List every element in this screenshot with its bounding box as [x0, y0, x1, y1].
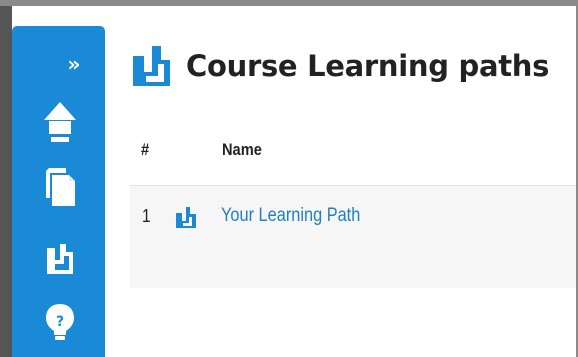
- column-header-name: Name: [222, 140, 262, 159]
- sidebar: » ?: [12, 26, 105, 357]
- sidebar-collapse-button[interactable]: »: [62, 53, 86, 75]
- sidebar-item-learning-paths[interactable]: [42, 240, 78, 276]
- column-header-number: #: [141, 140, 150, 159]
- learning-path-icon: [42, 240, 78, 276]
- page-header: Course Learning paths: [130, 38, 549, 94]
- svg-text:?: ?: [56, 314, 64, 330]
- help-icon: ?: [42, 302, 78, 342]
- table-row: 1 Your Learning Path: [130, 186, 576, 288]
- row-number: 1: [142, 206, 151, 226]
- window-edge: [0, 6, 12, 357]
- learning-path-icon: [130, 42, 178, 90]
- documents-icon: [42, 164, 78, 208]
- sidebar-item-help[interactable]: ?: [42, 302, 78, 342]
- sidebar-item-documents[interactable]: [42, 164, 78, 208]
- page-title: Course Learning paths: [186, 49, 550, 83]
- learning-paths-table: # Name 1 Your Learning Path: [130, 124, 576, 288]
- table-header: # Name: [130, 124, 576, 186]
- learning-path-icon: [175, 206, 198, 229]
- main-window: » ? Course Learning paths # Name 1 Your …: [0, 6, 576, 357]
- learning-path-link[interactable]: Your Learning Path: [221, 205, 360, 227]
- sidebar-item-home[interactable]: [42, 100, 78, 144]
- home-icon: [42, 100, 78, 144]
